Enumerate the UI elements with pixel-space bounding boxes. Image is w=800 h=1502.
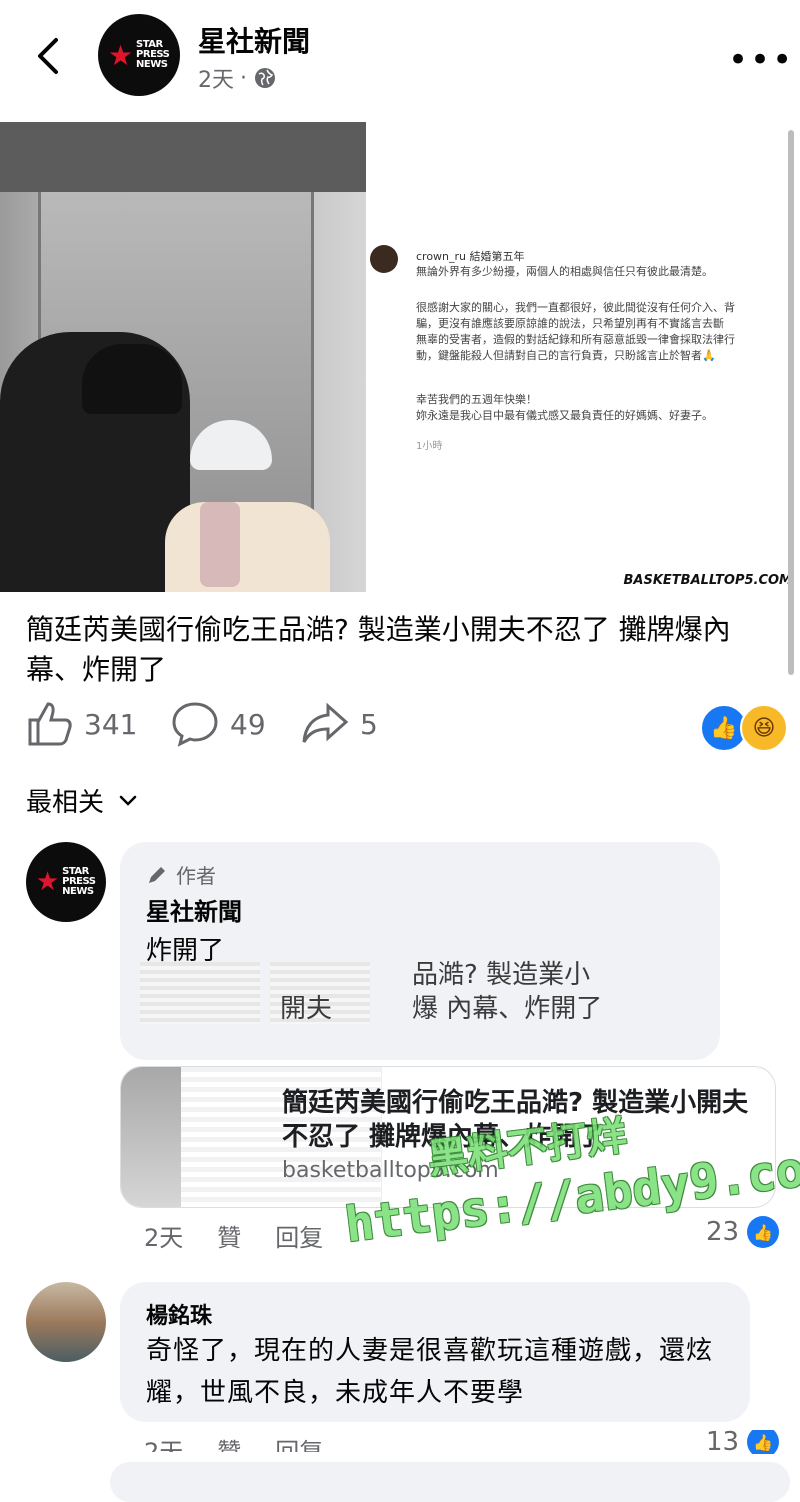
quoted-text: 品澔? 製造業小 開夫 爆 內幕、炸開了	[280, 958, 602, 1026]
comment-count: 49	[230, 707, 266, 741]
share-count: 5	[360, 707, 378, 741]
quoted-line: 品澔? 製造業小	[412, 960, 591, 990]
next-comment-bubble[interactable]	[110, 1462, 790, 1502]
page-name[interactable]: 星社新聞	[198, 20, 310, 60]
quoted-thumbnail	[140, 962, 260, 1024]
woman-figure	[165, 502, 330, 592]
author-tag-label: 作者	[176, 864, 216, 888]
post-time: 2天	[198, 68, 234, 93]
screenshot-time: 1小時	[416, 441, 443, 452]
comment-text: 奇怪了，現在的人妻是很喜歡玩這種遊戲，還炫耀，世風不良，未成年人不要學	[146, 1336, 714, 1408]
logo-text: STAR PRESS NEWS	[136, 39, 170, 70]
commenter-name[interactable]: 楊銘珠	[146, 1298, 212, 1330]
share-button[interactable]: 5	[300, 700, 378, 748]
screenshot-username: crown_ru 結婚第五年	[416, 250, 525, 263]
quoted-suffix: 爆 內幕、炸開了	[412, 994, 603, 1024]
phone-in-hand	[200, 502, 240, 587]
screenshot-watermark: BASKETBALLTOP5.COM	[623, 573, 793, 588]
link-thumbnail-photo	[121, 1067, 181, 1207]
meta-separator: ·	[240, 65, 247, 91]
comment-time: 2天	[144, 1438, 184, 1452]
haha-reaction-icon[interactable]: 😆	[740, 704, 788, 752]
comment-sort-dropdown[interactable]: 最相关	[26, 782, 138, 819]
thumbs-up-icon	[28, 702, 72, 746]
back-button[interactable]	[30, 36, 70, 76]
like-badge-icon: 👍	[747, 1430, 780, 1454]
comment-like-button[interactable]: 贊	[217, 1218, 241, 1253]
more-options-button[interactable]: •••	[728, 40, 794, 80]
star-icon: ★	[107, 38, 134, 72]
author-badge: 作者	[146, 860, 216, 889]
screenshot-line: 無論外界有多少紛擾，兩個人的相處與信任只有彼此最清楚。	[416, 265, 713, 278]
comment-reactions[interactable]: 13 👍	[706, 1430, 780, 1454]
chevron-left-icon	[38, 38, 58, 74]
post-meta: 2天 ·	[198, 62, 277, 94]
quoted-prefix: 開夫	[280, 994, 333, 1024]
star-press-logo: ★ STAR PRESS NEWS	[108, 39, 170, 72]
commenter-name[interactable]: 星社新聞	[146, 892, 242, 927]
comment-bubble-icon	[172, 702, 218, 747]
post-headline[interactable]: 簡廷芮美國行偷吃王品澔? 製造業小開夫不忍了 攤牌爆內幕、炸開了	[26, 610, 786, 690]
like-badge-icon: 👍	[747, 1216, 780, 1248]
comment-button[interactable]: 49	[170, 700, 266, 748]
screenshot-line: 動，鍵盤能殺人但請對自己的言行負責，只盼謠言止於智者🙏	[416, 349, 716, 362]
logo-text: STAR PRESS NEWS	[62, 866, 96, 897]
instagram-screenshot[interactable]: crown_ru 結婚第五年 無論外界有多少紛擾，兩個人的相處與信任只有彼此最清…	[366, 205, 800, 592]
globe-icon	[255, 68, 275, 88]
like-button[interactable]: 341	[26, 700, 137, 748]
quoted-line: 開夫 爆 內幕、炸開了	[280, 992, 602, 1026]
man-cap	[82, 344, 182, 414]
chevron-down-icon	[119, 795, 137, 806]
commenter-avatar[interactable]	[26, 1282, 106, 1362]
screenshot-line: 很感謝大家的關心，我們一直都很好，彼此間從沒有任何介入、背	[416, 301, 735, 314]
page-avatar[interactable]: ★ STAR PRESS NEWS	[98, 14, 180, 96]
sort-label: 最相关	[26, 788, 105, 818]
comment-time: 2天	[144, 1224, 184, 1252]
comment-reply-button[interactable]: 回复	[275, 1218, 323, 1253]
star-icon: ★	[35, 867, 60, 897]
screenshot-avatar	[370, 245, 398, 273]
comment-like-count: 13	[706, 1430, 740, 1454]
comment-meta: 2天 贊 回复	[144, 1432, 323, 1452]
screenshot-line: 妳永遠是我心目中最有儀式感又最負責任的好媽媽、好妻子。	[416, 409, 713, 422]
comment-meta: 2天 贊 回复	[144, 1218, 323, 1253]
share-arrow-icon	[302, 702, 349, 743]
comment-reactions[interactable]: 23 👍	[706, 1216, 780, 1248]
post-photo[interactable]	[0, 122, 366, 592]
screenshot-line: 幸苦我們的五週年快樂！	[416, 393, 537, 406]
comment-like-button[interactable]: 贊	[217, 1432, 241, 1452]
screenshot-line: 騙，更沒有誰應該要原諒誰的說法，只希望別再有不實謠言去斷	[416, 317, 724, 330]
comment-like-count: 23	[706, 1217, 740, 1247]
commenter-avatar[interactable]: ★ STAR PRESS NEWS	[26, 842, 106, 922]
pen-icon	[149, 866, 165, 883]
star-press-logo: ★ STAR PRESS NEWS	[35, 866, 96, 898]
elevator-ceiling	[0, 122, 366, 192]
like-count: 341	[84, 707, 138, 741]
scrollbar[interactable]	[788, 130, 794, 675]
screenshot-line: 無辜的受害者，造假的對話紀錄和所有惡意詆毀一律會採取法律行	[416, 333, 735, 346]
comment-reply-button[interactable]: 回复	[275, 1432, 323, 1452]
